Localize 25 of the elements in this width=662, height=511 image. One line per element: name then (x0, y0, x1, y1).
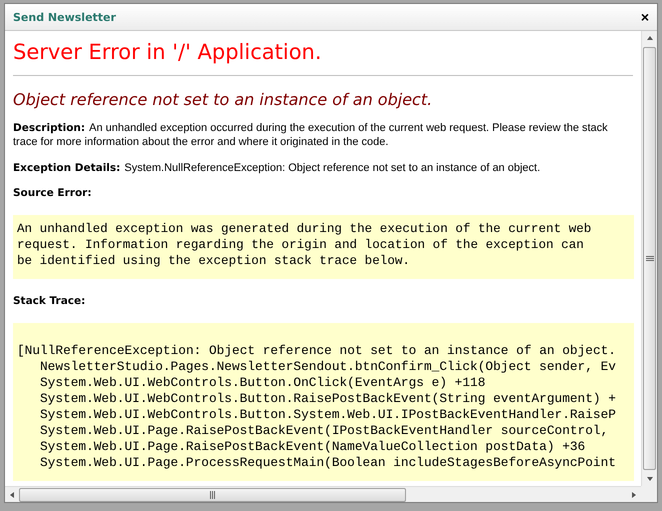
close-button[interactable]: × (640, 10, 649, 24)
stack-trace-line: System.Web.UI.WebControls.Button.RaisePostBackEvent(String eventArgument) + (39, 391, 617, 407)
source-error-line: request. Information regarding the origin and location of the exception can (17, 237, 585, 253)
stack-trace-line: System.Web.UI.WebControls.Button.System.Web.UI.IPostBackEventHandler.RaiseP (39, 407, 617, 423)
exception-details-text: Exception Details: System.NullReferenceException: Object reference not set to an instance of an object. (13, 161, 542, 175)
error-title: Server Error in '/' Application. (13, 40, 323, 64)
stack-trace-line: [NullReferenceException: Object reference not set to an instance of an object. (17, 343, 617, 359)
description-text: Description: An unhandled exception occurred during the execution of the current web request. Please review the stack trace for more information about the error and where it originated in the code. (13, 121, 609, 149)
dialog-title: Send Newsletter (13, 10, 116, 24)
stack-trace-line: System.Web.UI.Page.RaisePostBackEvent(IPostBackEventHandler sourceControl, (39, 423, 610, 439)
stack-trace-line: System.Web.UI.Page.RaisePostBackEvent(NameValueCollection postData) +36 (39, 439, 586, 455)
scrollbar-thumb[interactable] (19, 488, 406, 502)
grip-icon (646, 256, 654, 262)
stack-trace-line: System.Web.UI.Page.ProcessRequestMain(Boolean includeStagesBeforeAsyncPoint (39, 455, 617, 471)
grip-icon (210, 490, 216, 498)
stack-trace-heading: Stack Trace: (13, 295, 86, 307)
horizontal-scrollbar[interactable] (5, 486, 641, 502)
scrollbar-thumb[interactable] (643, 47, 656, 470)
stack-trace-line: System.Web.UI.WebControls.Button.OnClick(EventArgs e) +118 (39, 375, 486, 391)
source-error-line: be identified using the exception stack trace below. (17, 253, 411, 269)
vertical-scrollbar[interactable] (641, 31, 657, 486)
source-error-line: An unhandled exception was generated during the execution of the current web (17, 221, 592, 237)
stack-trace-line: NewsletterStudio.Pages.NewsletterSendout.btnConfirm_Click(Object sender, Ev (39, 359, 617, 375)
source-error-heading: Source Error: (13, 187, 93, 199)
error-message: Object reference not set to an instance of an object. (13, 90, 434, 109)
